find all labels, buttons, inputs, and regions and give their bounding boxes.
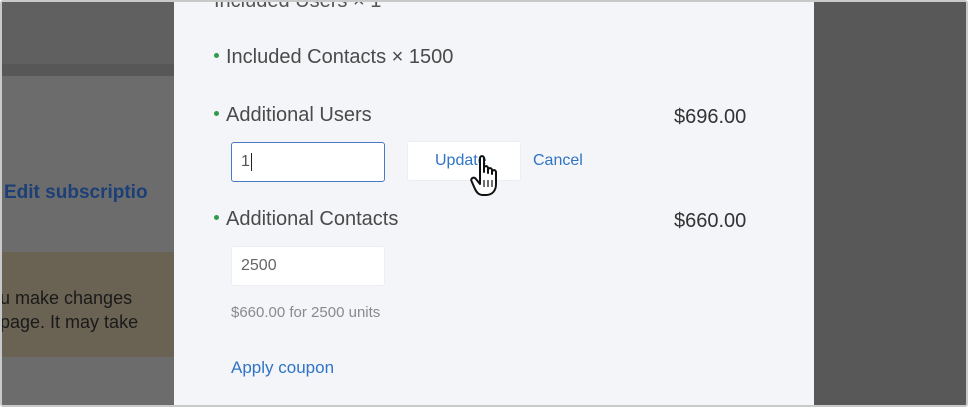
text-caret [250, 152, 252, 171]
background-notice-line-1: u make changes [0, 288, 133, 308]
background-notice-line-2: page. It may take [0, 312, 139, 332]
additional-users-label: Additional Users [226, 104, 372, 126]
background-header [2, 2, 174, 64]
additional-contacts-price: $660.00 [674, 210, 747, 232]
background-notice-text: u make changes page. It may take [0, 286, 139, 334]
included-contacts-label: Included Contacts × 1500 [226, 46, 454, 68]
bullet-icon [214, 215, 219, 221]
additional-users-item: Additional Users [214, 104, 372, 127]
apply-coupon-link[interactable]: Apply coupon [231, 358, 334, 378]
additional-users-price: $696.00 [674, 106, 747, 128]
bullet-icon [214, 53, 219, 59]
additional-users-input-value: 1 [241, 153, 250, 170]
bullet-icon [214, 111, 219, 117]
additional-contacts-quantity-input[interactable]: 2500 [231, 246, 385, 286]
included-contacts-item: Included Contacts × 1500 [214, 46, 453, 69]
included-users-line: Included Users × 1 [214, 2, 381, 13]
background-right-overlay [814, 2, 966, 405]
cancel-link[interactable]: Cancel [533, 152, 583, 170]
screenshot-frame: Edit subscriptio u make changes page. It… [0, 0, 968, 407]
background-header-strip [2, 64, 174, 76]
additional-users-quantity-input[interactable]: 1 [231, 142, 385, 182]
additional-contacts-item: Additional Contacts [214, 208, 398, 231]
hand-pointer-cursor-icon [470, 155, 497, 196]
additional-contacts-units-summary: $660.00 for 2500 units [231, 304, 381, 321]
subscription-modal: Included Users × 1 Included Contacts × 1… [174, 2, 814, 405]
additional-contacts-label: Additional Contacts [226, 208, 399, 230]
background-page: Edit subscriptio u make changes page. It… [2, 2, 174, 405]
background-edit-subscription-heading: Edit subscriptio [4, 182, 148, 203]
